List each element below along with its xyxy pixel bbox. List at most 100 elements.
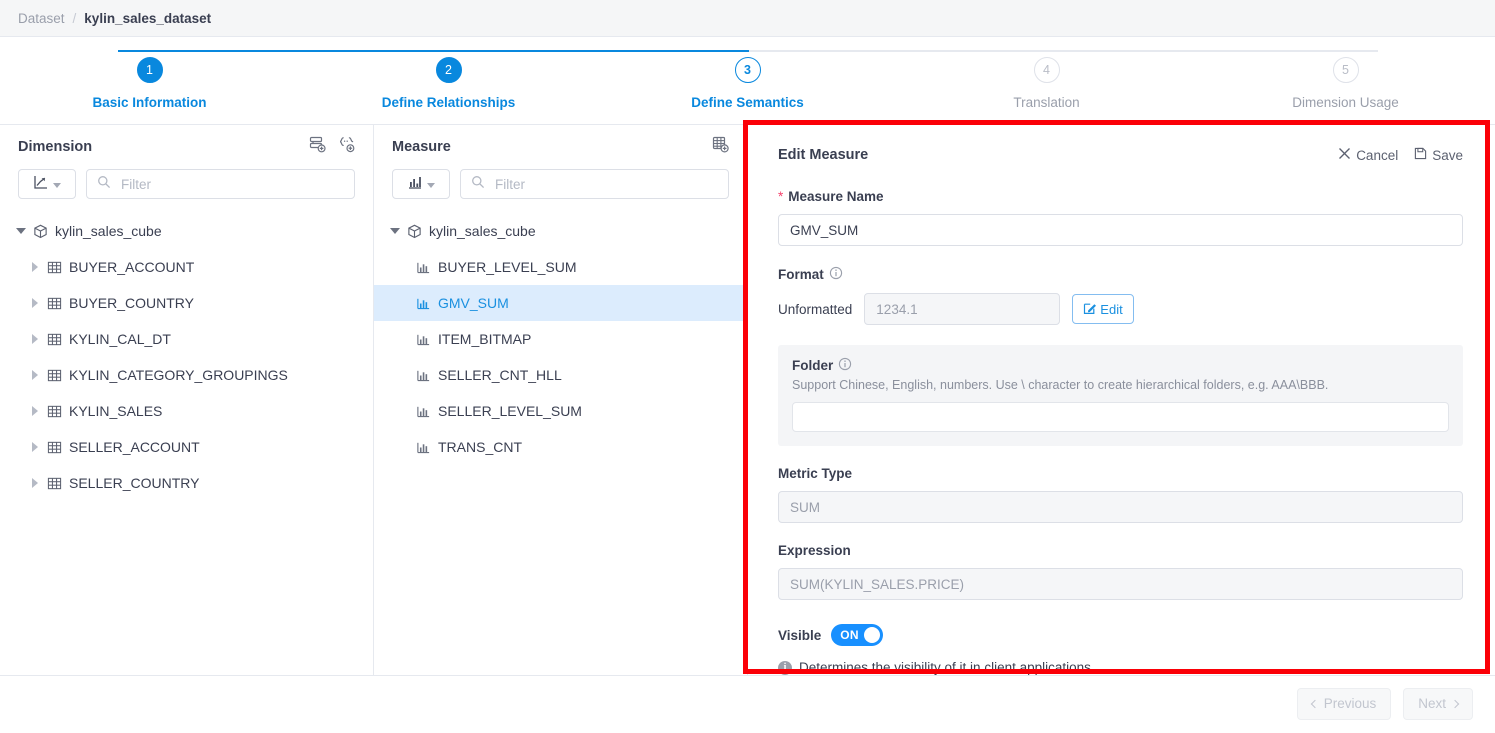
dimension-panel-title: Dimension <box>18 139 93 155</box>
caret-right-icon[interactable] <box>32 262 38 272</box>
dimension-table-label: KYLIN_SALES <box>69 403 163 419</box>
caret-down-icon[interactable] <box>16 228 26 234</box>
dimension-table-row[interactable]: KYLIN_SALES <box>0 393 373 429</box>
breadcrumb-root-link[interactable]: Dataset <box>18 11 65 26</box>
measure-name-input[interactable] <box>778 214 1463 246</box>
caret-right-icon[interactable] <box>32 442 38 452</box>
step-2-label: Define Relationships <box>381 95 516 110</box>
folder-label-text: Folder <box>792 358 834 373</box>
visible-toggle-knob <box>864 627 881 643</box>
table-icon <box>47 260 62 275</box>
next-button-label: Next <box>1418 696 1446 711</box>
table-icon <box>47 476 62 491</box>
info-circle-icon[interactable] <box>838 357 852 374</box>
dimension-filter-input[interactable] <box>119 175 344 193</box>
required-asterisk: * <box>778 189 784 204</box>
format-type-label: Unformatted <box>778 301 853 317</box>
measure-item-label: GMV_SUM <box>438 295 509 311</box>
search-icon <box>471 175 485 194</box>
step-4-label: Translation <box>1013 95 1080 110</box>
step-1-label: Basic Information <box>92 95 207 110</box>
save-button[interactable]: Save <box>1414 147 1463 163</box>
step-define-relationships[interactable]: 2 Define Relationships <box>299 57 598 110</box>
measure-tree-root-label: kylin_sales_cube <box>429 223 536 239</box>
step-translation[interactable]: 4 Translation <box>897 57 1196 110</box>
measure-item[interactable]: ITEM_BITMAP <box>374 321 747 357</box>
edit-measure-title: Edit Measure <box>778 147 869 163</box>
caret-down-icon[interactable] <box>390 228 400 234</box>
dimension-table-row[interactable]: SELLER_ACCOUNT <box>0 429 373 465</box>
caret-right-icon[interactable] <box>32 334 38 344</box>
measure-filter-input[interactable] <box>493 175 718 193</box>
step-5-label: Dimension Usage <box>1292 95 1399 110</box>
add-measure-icon[interactable] <box>712 136 729 158</box>
dimension-tree-root[interactable]: kylin_sales_cube <box>0 213 373 249</box>
caret-right-icon[interactable] <box>32 370 38 380</box>
format-edit-button[interactable]: Edit <box>1072 294 1134 324</box>
measure-item[interactable]: SELLER_LEVEL_SUM <box>374 393 747 429</box>
cancel-button[interactable]: Cancel <box>1338 147 1398 163</box>
metric-type-label: Metric Type <box>778 466 853 481</box>
save-button-label: Save <box>1432 147 1463 163</box>
dimension-table-row[interactable]: KYLIN_CAL_DT <box>0 321 373 357</box>
visible-toggle[interactable]: ON <box>831 624 884 646</box>
caret-right-icon[interactable] <box>32 298 38 308</box>
edit-measure-header: Edit Measure Cancel Save <box>778 141 1463 169</box>
measure-item[interactable]: SELLER_CNT_HLL <box>374 357 747 393</box>
measure-icon <box>416 368 431 383</box>
measure-icon <box>416 260 431 275</box>
dimension-table-label: BUYER_COUNTRY <box>69 295 194 311</box>
expression-label: Expression <box>778 543 851 558</box>
format-edit-button-label: Edit <box>1100 301 1123 317</box>
visible-toggle-state: ON <box>840 628 859 642</box>
dimension-table-label: BUYER_ACCOUNT <box>69 259 195 275</box>
dimension-table-row[interactable]: KYLIN_CATEGORY_GROUPINGS <box>0 357 373 393</box>
step-basic-information[interactable]: 1 Basic Information <box>0 57 299 110</box>
dimension-table-row[interactable]: BUYER_ACCOUNT <box>0 249 373 285</box>
folder-input[interactable] <box>792 402 1449 432</box>
measure-tree-root[interactable]: kylin_sales_cube <box>374 213 747 249</box>
dimension-table-row[interactable]: SELLER_COUNTRY <box>0 465 373 501</box>
measure-panel: Measure Filter kylin_sales_cube BUYER_LE… <box>374 125 748 675</box>
step-2-circle: 2 <box>435 57 462 83</box>
measure-item-label: BUYER_LEVEL_SUM <box>438 259 577 275</box>
step-define-semantics[interactable]: 3 Define Semantics <box>598 57 897 110</box>
dimension-table-label: KYLIN_CAL_DT <box>69 331 171 347</box>
dimension-table-row[interactable]: BUYER_COUNTRY <box>0 285 373 321</box>
caret-right-icon[interactable] <box>32 478 38 488</box>
measure-item-label: TRANS_CNT <box>438 439 523 455</box>
measure-tree: kylin_sales_cube BUYER_LEVEL_SUM GMV_SUM… <box>374 213 747 465</box>
measure-search-box[interactable] <box>460 169 729 199</box>
wizard-footer: Previous Next <box>0 676 1495 731</box>
measure-item[interactable]: BUYER_LEVEL_SUM <box>374 249 747 285</box>
next-button[interactable]: Next <box>1403 687 1473 720</box>
dimension-panel: Dimension Filter kylin_sales_cube BUYER_… <box>0 125 374 675</box>
dimension-table-label: SELLER_COUNTRY <box>69 475 200 491</box>
caret-right-icon[interactable] <box>32 406 38 416</box>
dimension-type-select[interactable] <box>18 169 76 199</box>
info-solid-icon: i <box>778 660 792 675</box>
step-5-circle: 5 <box>1332 57 1359 83</box>
step-3-label: Define Semantics <box>691 95 804 110</box>
folder-label: Folder <box>792 357 1449 374</box>
close-icon <box>1338 147 1351 163</box>
measure-item[interactable]: TRANS_CNT <box>374 429 747 465</box>
add-named-set-icon[interactable] <box>309 136 326 158</box>
dimension-search-box[interactable] <box>86 169 355 199</box>
step-3-circle: 3 <box>734 57 761 83</box>
dimension-table-label: SELLER_ACCOUNT <box>69 439 200 455</box>
breadcrumb: Dataset / kylin_sales_dataset <box>0 0 1495 37</box>
info-circle-icon[interactable] <box>829 266 843 283</box>
measure-item-selected[interactable]: GMV_SUM <box>374 285 747 321</box>
measure-type-select[interactable] <box>392 169 450 199</box>
measure-icon <box>416 296 431 311</box>
previous-button[interactable]: Previous <box>1296 687 1392 720</box>
measure-item-label: ITEM_BITMAP <box>438 331 532 347</box>
step-dimension-usage[interactable]: 5 Dimension Usage <box>1196 57 1495 110</box>
chevron-down-icon <box>53 182 61 188</box>
table-icon <box>47 440 62 455</box>
chevron-left-icon <box>1310 699 1319 708</box>
add-calculated-member-icon[interactable] <box>338 136 355 158</box>
visible-label: Visible <box>778 627 822 643</box>
folder-hint: Support Chinese, English, numbers. Use \… <box>792 378 1329 392</box>
